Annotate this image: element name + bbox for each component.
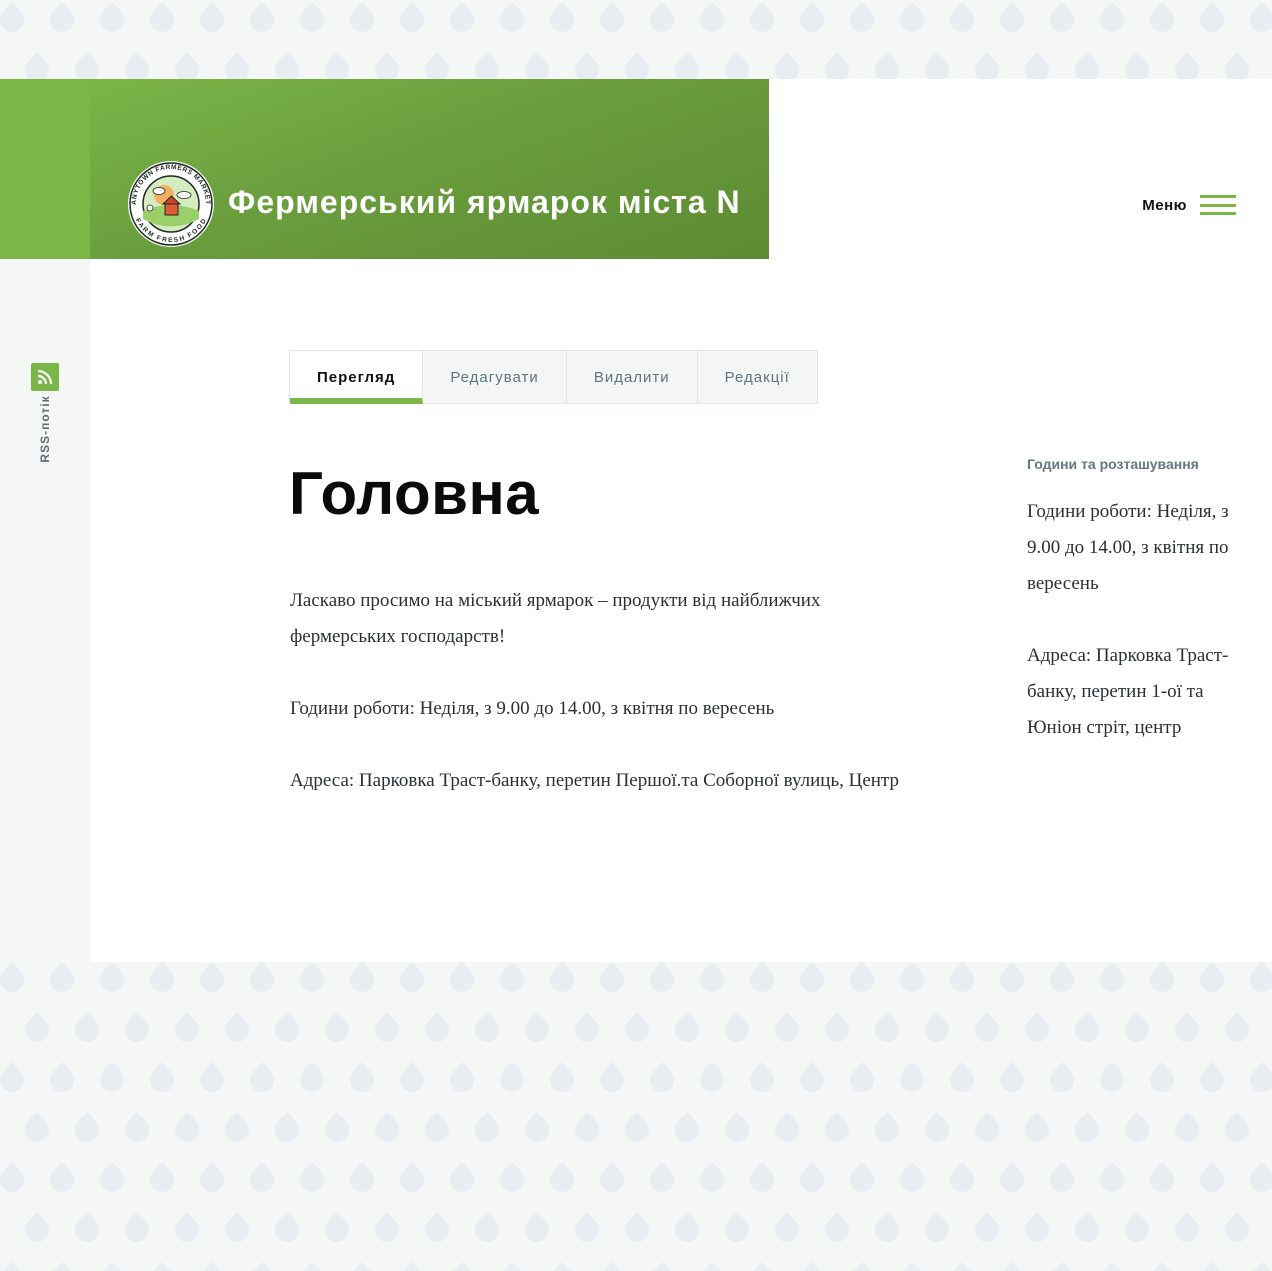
- body-paragraph-welcome: Ласкаво просимо на міський ярмарок – про…: [290, 590, 821, 647]
- body-paragraph-address: Адреса: Парковка Траст-банку, перетин Пе…: [290, 770, 899, 791]
- body-paragraph-hours: Години роботи: Неділя, з 9.00 до 14.00, …: [290, 698, 775, 719]
- site-branding: ANYTOWN FARMERS MARKET FARM FRESH FOOD Ф…: [90, 79, 769, 259]
- aside-paragraph-hours: Години роботи: Неділя, з 9.00 до 14.00, …: [1027, 501, 1229, 594]
- rss-feed-link[interactable]: RSS-потік: [38, 395, 52, 462]
- local-tasks-tabs: Перегляд Редагувати Видалити Редакції: [289, 350, 818, 404]
- hours-location-block: Години та розташування Години роботи: Не…: [1027, 456, 1242, 782]
- background-pattern-bottom: [0, 962, 1272, 1271]
- page-body: Ласкаво просимо на міський ярмарок – про…: [290, 583, 930, 835]
- page-title: Головна: [289, 460, 540, 527]
- hamburger-icon: [1200, 195, 1236, 215]
- background-pattern-top: [0, 0, 1272, 79]
- menu-toggle-button[interactable]: Меню: [1142, 195, 1236, 215]
- social-sidebar: RSS-потік: [0, 259, 90, 962]
- site-header: ANYTOWN FARMERS MARKET FARM FRESH FOOD Ф…: [0, 79, 1272, 259]
- hours-location-text: Години роботи: Неділя, з 9.00 до 14.00, …: [1027, 494, 1242, 746]
- tab-delete[interactable]: Видалити: [567, 351, 698, 403]
- header-left-strip: [0, 79, 90, 259]
- hours-location-title: Години та розташування: [1027, 456, 1199, 472]
- rss-icon[interactable]: [31, 363, 59, 391]
- farmers-market-logo[interactable]: ANYTOWN FARMERS MARKET FARM FRESH FOOD: [126, 159, 216, 249]
- site-name[interactable]: Фермерський ярмарок міста N: [228, 184, 741, 221]
- tab-revisions[interactable]: Редакції: [698, 351, 817, 403]
- menu-label: Меню: [1142, 196, 1187, 214]
- tab-edit[interactable]: Редагувати: [423, 351, 567, 403]
- main-content: Перегляд Редагувати Видалити Редакції Го…: [90, 259, 1272, 962]
- tab-view[interactable]: Перегляд: [290, 351, 424, 404]
- aside-paragraph-address: Адреса: Парковка Траст-банку, перетин 1-…: [1027, 645, 1229, 738]
